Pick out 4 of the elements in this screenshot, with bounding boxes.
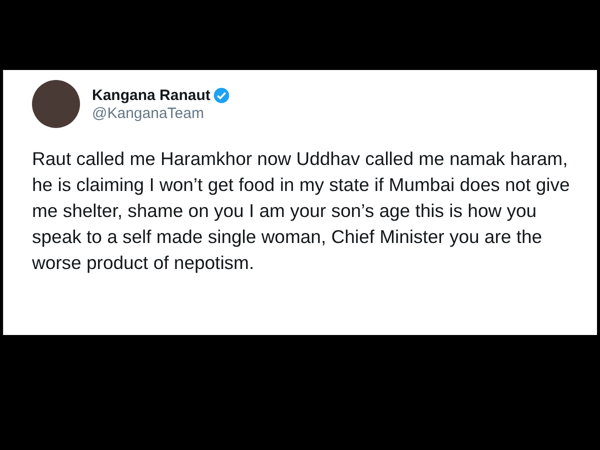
author-handle: @KanganaTeam <box>92 104 205 122</box>
tweet-text: Raut called me Haramkhor now Uddhav called me namak haram, he is claiming I won’t get food in my state if Mumbai does not give me shelter, shame on you I am your son’s age this is how you speak to a self made single woman, Chief Minister you are the worse product of nepotism. <box>32 147 571 275</box>
author-name: Kangana Ranaut <box>92 86 210 104</box>
avatar-placeholder <box>32 80 80 128</box>
